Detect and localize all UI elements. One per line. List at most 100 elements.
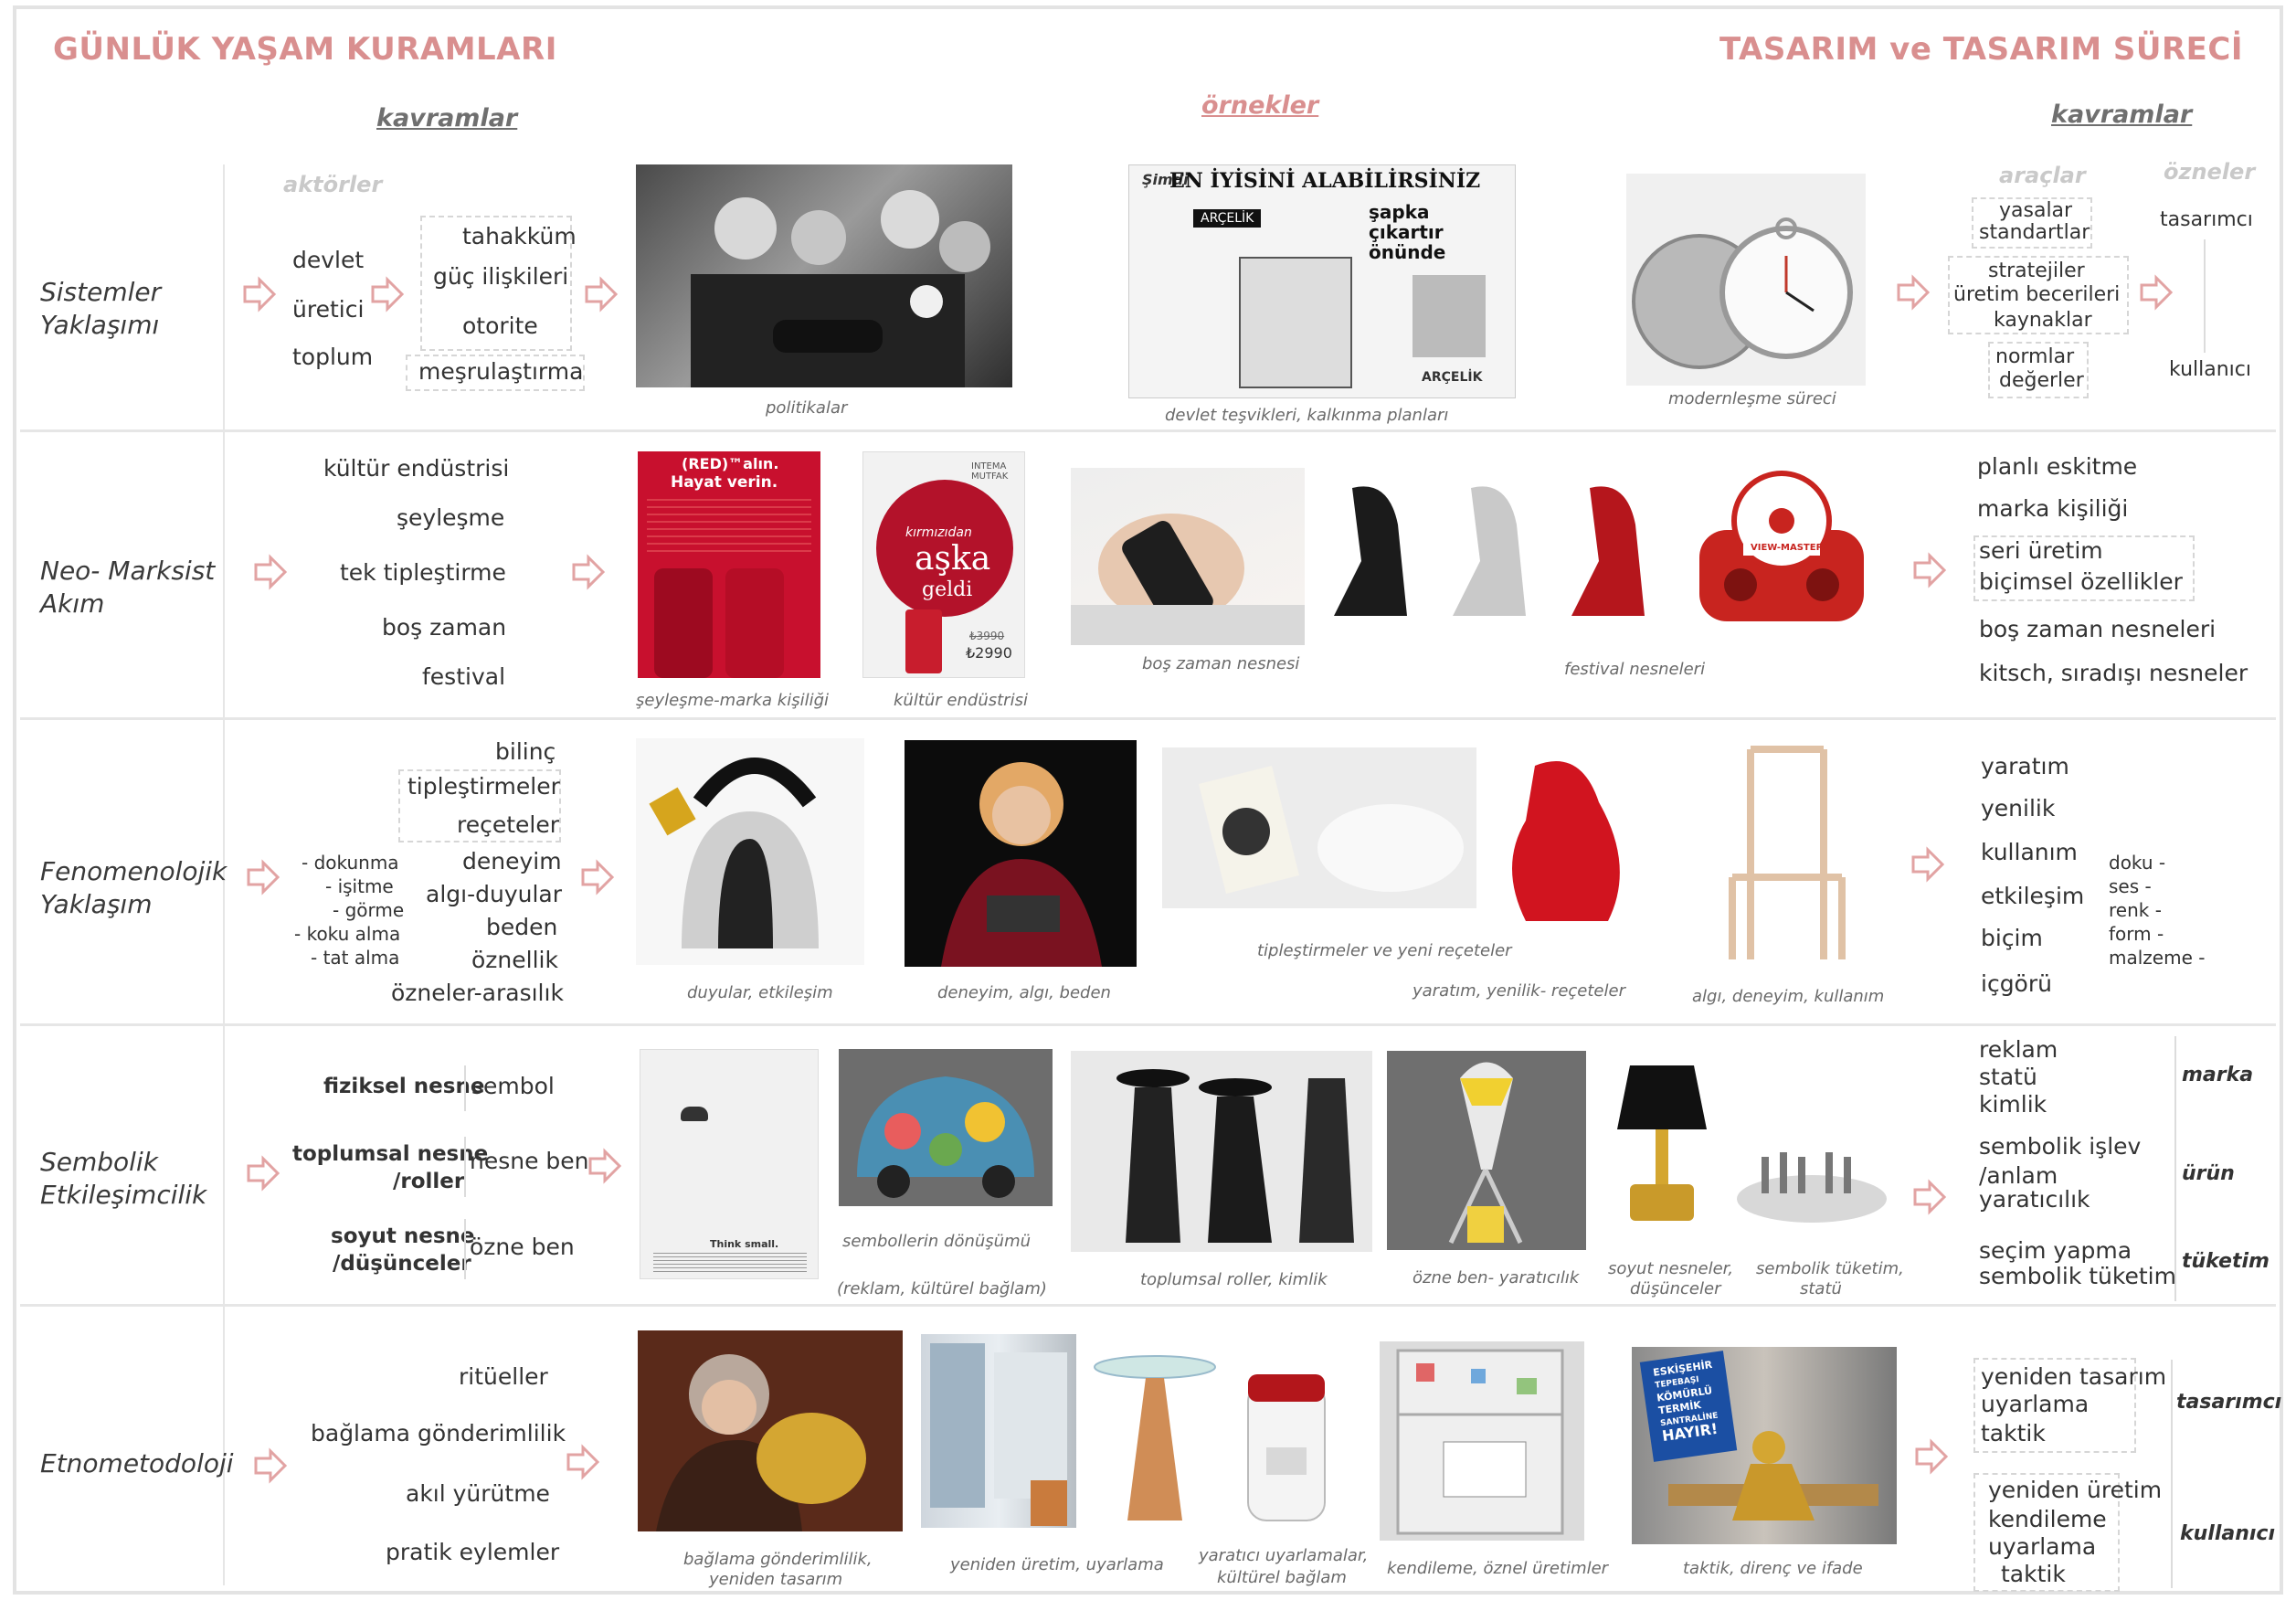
caption-devlet-tesvikleri: devlet teşvikleri, kalkınma planları [1165, 406, 1449, 425]
photo-telephones [1162, 747, 1476, 908]
right-concept-marka-kisiligi: marka kişiliği [1977, 495, 2129, 522]
caption-seylesme-marka: şeyleşme-marka kişiliği [636, 691, 830, 710]
photo-red-iphone-ad: (RED)™alın. Hayat verin. [638, 451, 820, 678]
stacked-table-art [1094, 1355, 1216, 1521]
newspaper-headline-sapka: şapka çıkartır önünde [1369, 201, 1446, 263]
photo-politikalar-art [691, 190, 990, 387]
concept-algi-duyular: algı-duyular [426, 881, 562, 907]
sense-dokunma: - dokunma [302, 852, 399, 874]
row-divider [20, 429, 2276, 432]
actor-uretici: üretici [292, 296, 365, 323]
iphone-front [725, 568, 784, 678]
arrow-right-icon [588, 1148, 622, 1184]
tag-marka: marka [2182, 1064, 2254, 1086]
caption-soyut-nesneler: soyut nesneler, [1608, 1259, 1734, 1278]
red-fridge [905, 609, 942, 673]
photo-face-chairs [1325, 470, 1699, 625]
concept-beden: beden [486, 914, 558, 940]
concept-bilinc: bilinç [495, 738, 556, 765]
tool-kaynaklar: kaynaklar [1994, 309, 2092, 332]
left-toplumsal-nesne: toplumsal nesne [292, 1142, 489, 1166]
row-divider [20, 717, 2276, 720]
caption-dusunceler: düşünceler [1630, 1279, 1721, 1298]
woman-portrait-art [941, 762, 1102, 967]
caption-yaratici-uyarlamalar: yaratıcı uyarlamalar, [1199, 1546, 1369, 1565]
juicer-art [1448, 1062, 1523, 1245]
concept-pratik-eylemler: pratik eylemler [386, 1539, 560, 1565]
concept-tiplestirmeler: tipleştirmeler [407, 773, 560, 800]
concept-guc-iliskileri: güç ilişkileri [433, 263, 569, 290]
row-label-fenomenolojik: Fenomenolojik Yaklaşım [40, 856, 227, 919]
pocket-watch-art [1632, 217, 1853, 369]
sense-koku-alma: - koku alma [294, 923, 401, 945]
tag-urun: ürün [2182, 1162, 2235, 1185]
tool-degerler: değerler [1999, 369, 2084, 392]
poster-line2: aşka [915, 540, 991, 577]
caption-statu: statü [1800, 1279, 1842, 1298]
photo-politikalar [636, 164, 1012, 387]
caption-reklam-kulturel: (reklam, kültürel bağlam) [837, 1279, 1047, 1298]
caption-toplumsal-roller: toplumsal roller, kimlik [1140, 1270, 1328, 1289]
protest-sign-text: ESKİŞEHİR TEPEBAŞI KÖMÜRLÜ TERMİK SANTRALİ… [1652, 1358, 1719, 1446]
photo-protest-statue: ESKİŞEHİR TEPEBAŞI KÖMÜRLÜ TERMİK SANTRALİ… [1632, 1347, 1897, 1544]
right-concept-statu: statü [1979, 1064, 2037, 1090]
caption-baglama-2: yeniden tasarım [709, 1570, 843, 1589]
photo-plastic-window [921, 1334, 1076, 1528]
plastic-window-art [930, 1343, 1067, 1526]
actors-title: aktörler [283, 172, 383, 197]
right-concept-kullanim: kullanım [1981, 839, 2078, 865]
right-concept-kimlik: kimlik [1979, 1091, 2047, 1118]
caption-duyular: duyular, etkileşim [687, 983, 833, 1002]
actor-toplum: toplum [292, 344, 374, 370]
painted-beetle-art [857, 1076, 1034, 1198]
tool-stratejiler: stratejiler [1988, 260, 2085, 282]
arrow-right-icon [566, 1444, 600, 1480]
left-soyut-nesne: soyut nesne [331, 1224, 475, 1248]
right-kavramlar-heading: kavramlar [2051, 101, 2193, 129]
left-dusunceler: /düşünceler [333, 1252, 471, 1276]
viewmaster-art [1699, 471, 1864, 621]
red-ad-title1: (RED)™alın. [682, 455, 779, 472]
right-concept-kitsch: kitsch, sıradışı nesneler [1979, 660, 2248, 686]
left-header: GÜNLÜK YAŞAM KURAMLARI [53, 31, 557, 68]
appliance-illustration [1413, 275, 1486, 357]
arrow-right-icon [1913, 1179, 1947, 1215]
photo-viewmaster: VIEW-MASTER [1690, 466, 1873, 649]
actor-devlet: devlet [292, 247, 365, 273]
left-kavramlar-heading: kavramlar [376, 104, 518, 132]
subject-tasarimci: tasarımcı [2160, 208, 2253, 231]
photo-red-beanbag [1498, 747, 1641, 928]
photo-woman-portrait [905, 740, 1137, 967]
left-sembol: sembol [471, 1073, 555, 1099]
row-label-sembolik: Sembolik Etkileşimcilik [40, 1147, 207, 1210]
right-concept-bicimsel: biçimsel özellikler [1979, 568, 2183, 595]
concept-otorite: otorite [462, 313, 538, 339]
right-header: TASARIM ve TASARIM SÜRECİ [1719, 31, 2243, 68]
gun-lamp-art [1617, 1065, 1707, 1221]
prop-form: form - [2109, 923, 2164, 945]
right-concept-bos-zaman-nesneleri: boş zaman nesneleri [1979, 616, 2217, 642]
arrow-right-icon [371, 276, 405, 313]
caption-modernlesme: modernleşme süreci [1668, 389, 1836, 408]
ad-text: Think small. [710, 1238, 779, 1250]
caption-taktik-direnc: taktik, direnç ve ifade [1683, 1559, 1863, 1578]
beanbag-art [1512, 761, 1620, 921]
right-concept-kendileme: kendileme [1988, 1506, 2107, 1532]
photo-arcelik-newspaper: Şimdi EN İYİSİNİ ALABİLİRSİNİZ ARÇELİK ş… [1128, 164, 1516, 398]
right-concept-seri-uretim: seri üretim [1979, 537, 2103, 564]
caption-tiplestirmeler: tipleştirmeler ve yeni reçeteler [1257, 941, 1512, 960]
wooden-chair-art [1729, 746, 1846, 959]
poster-new-price: ₺2990 [966, 644, 1012, 662]
photo-think-small-ad: Think small. [640, 1049, 819, 1279]
arrow-right-icon [247, 1155, 280, 1192]
photo-woman-brass [638, 1330, 903, 1531]
right-tag-divider-etno [2171, 1360, 2173, 1588]
left-roller: /roller [393, 1170, 465, 1193]
arrow-right-icon [243, 276, 277, 313]
photo-pocket-watch [1626, 174, 1866, 386]
right-concept-uyarlama-2: uyarlama [1988, 1533, 2097, 1560]
tools-title: araçlar [1999, 163, 2086, 188]
photo-gun-lamp [1612, 1056, 1712, 1235]
prop-doku: doku - [2109, 852, 2166, 874]
concept-baglama-gonderimlilik: bağlama gönderimlilik [311, 1420, 566, 1446]
